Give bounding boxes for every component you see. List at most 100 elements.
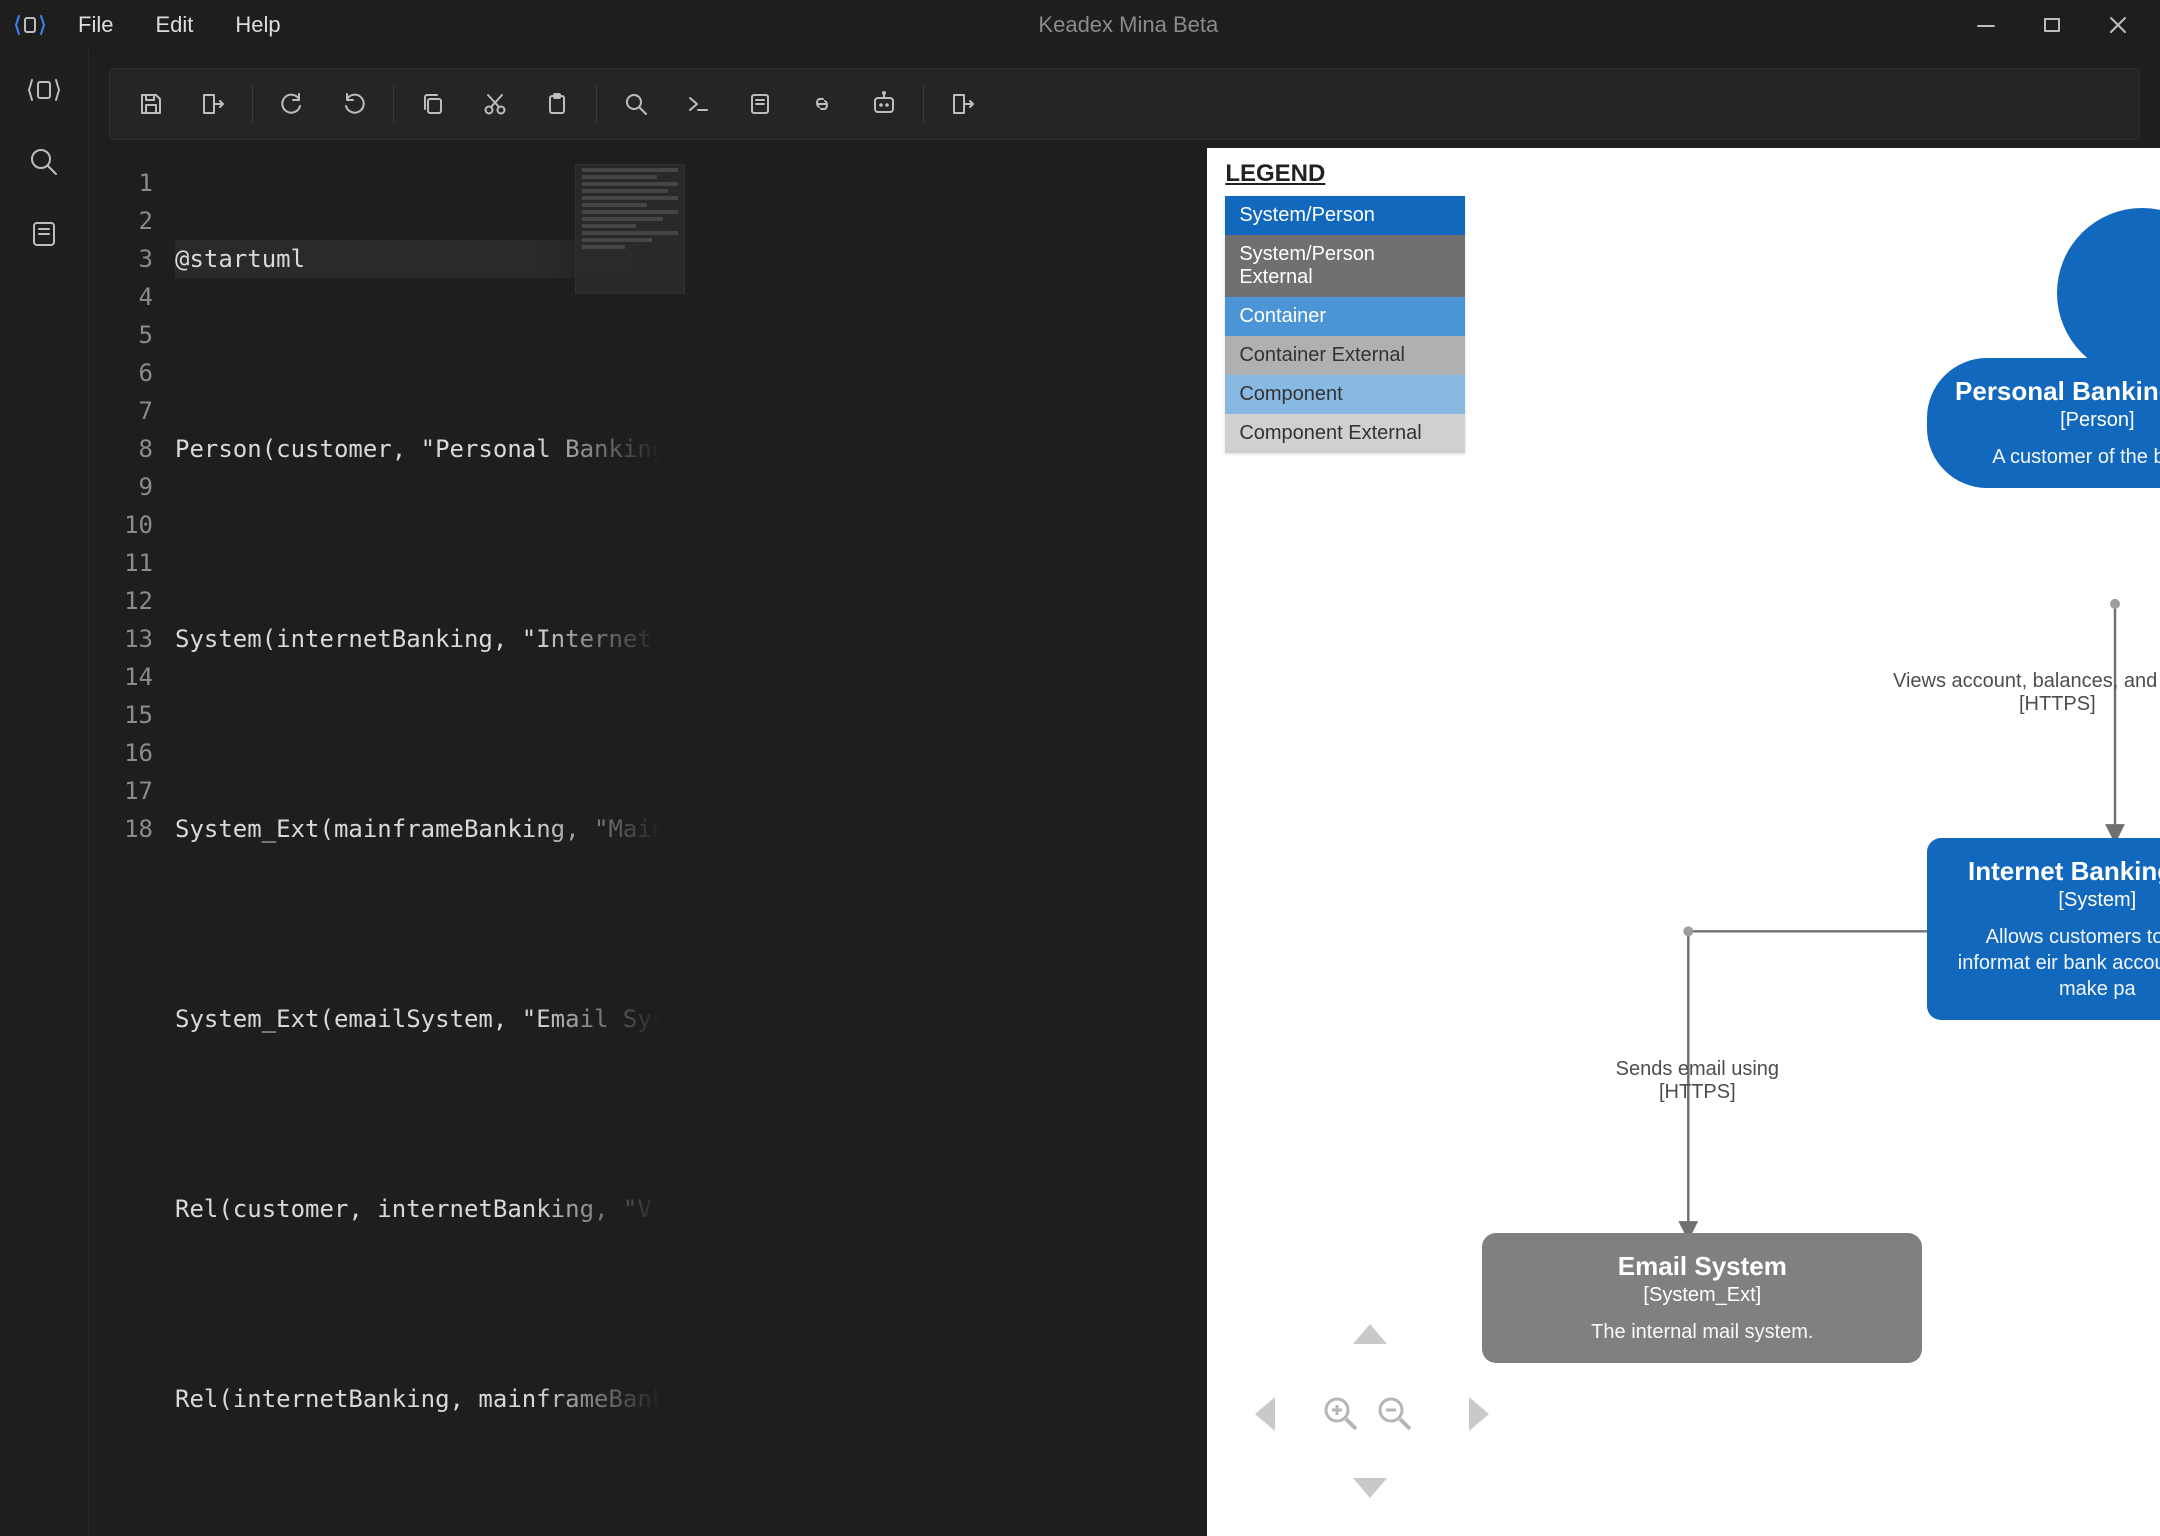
code-area[interactable]: @startuml Person(customer, "Personal Ban… xyxy=(169,148,693,1536)
line-number: 13 xyxy=(89,620,153,658)
editor-pane[interactable]: 1 2 3 4 5 6 7 8 9 10 11 12 13 xyxy=(89,148,693,1536)
export-button[interactable] xyxy=(182,79,244,129)
line-number: 5 xyxy=(89,316,153,354)
line-number: 2 xyxy=(89,202,153,240)
person-head-icon xyxy=(2057,208,2160,378)
edge-protocol: [HTTPS] xyxy=(1877,693,2160,716)
menu-file[interactable]: File xyxy=(60,6,131,44)
zoom-out-button[interactable] xyxy=(1375,1394,1415,1434)
titlebar: File Edit Help Keadex Mina Beta xyxy=(0,0,2160,50)
preview-nav-pad xyxy=(1247,1316,1497,1506)
legend-row: Container xyxy=(1225,297,1465,336)
toolbar-separator xyxy=(252,85,253,123)
code-line[interactable]: System(internetBanking, "Internet Bankin… xyxy=(175,620,693,658)
line-number: 8 xyxy=(89,430,153,468)
line-number: 4 xyxy=(89,278,153,316)
line-number: 16 xyxy=(89,734,153,772)
redo-button[interactable] xyxy=(323,79,385,129)
main-area: 1 2 3 4 5 6 7 8 9 10 11 12 13 xyxy=(0,50,2160,1536)
node-description: The internal mail system. xyxy=(1502,1319,1902,1345)
line-number: 17 xyxy=(89,772,153,810)
toolbar-separator xyxy=(923,85,924,123)
split-container: 1 2 3 4 5 6 7 8 9 10 11 12 13 xyxy=(89,148,2160,1536)
line-number: 9 xyxy=(89,468,153,506)
node-title: Personal Banking Cust xyxy=(1947,376,2160,407)
code-line[interactable]: Rel(customer, internetBanking, "Views ac… xyxy=(175,1190,693,1228)
minimap[interactable] xyxy=(575,164,685,294)
menu-bar: File Edit Help xyxy=(60,6,299,44)
node-description: Allows customers to view informat eir ba… xyxy=(1947,924,2160,1002)
menu-edit[interactable]: Edit xyxy=(137,6,211,44)
line-gutter: 1 2 3 4 5 6 7 8 9 10 11 12 13 xyxy=(89,148,169,1536)
code-line[interactable]: System_Ext(emailSystem, "Email System", … xyxy=(175,1000,693,1038)
terminal-button[interactable] xyxy=(667,79,729,129)
ai-button[interactable] xyxy=(853,79,915,129)
line-number: 12 xyxy=(89,582,153,620)
line-number: 6 xyxy=(89,354,153,392)
code-line[interactable]: System_Ext(mainframeBanking, "Mainframe … xyxy=(175,810,693,848)
node-person[interactable]: Personal Banking Cust [Person] A custome… xyxy=(1927,358,2160,488)
legend-row: System/Person xyxy=(1225,196,1465,235)
app-logo-icon xyxy=(12,7,48,43)
node-internet-banking[interactable]: Internet Banking Sys [System] Allows cus… xyxy=(1927,838,2160,1020)
edge-label-sends: Sends email using [HTTPS] xyxy=(1567,1058,1827,1104)
code-line[interactable]: Rel(internetBanking, mainframeBanking, "… xyxy=(175,1380,693,1418)
legend-box: System/Person System/Person External Con… xyxy=(1225,196,1465,453)
node-stereotype: [Person] xyxy=(1947,409,2160,432)
diagram-icon[interactable] xyxy=(26,72,62,108)
app-root: File Edit Help Keadex Mina Beta xyxy=(0,0,2160,1536)
node-description: A customer of the bank. xyxy=(1947,444,2160,470)
pan-down-button[interactable] xyxy=(1347,1472,1393,1506)
paste-button[interactable] xyxy=(526,79,588,129)
editor-toolbar xyxy=(109,68,2140,140)
line-number: 15 xyxy=(89,696,153,734)
docs-button[interactable] xyxy=(729,79,791,129)
line-number: 1 xyxy=(89,164,153,202)
zoom-in-button[interactable] xyxy=(1321,1394,1361,1434)
line-number: 11 xyxy=(89,544,153,582)
minimize-button[interactable] xyxy=(1958,5,2014,45)
legend-row: Component External xyxy=(1225,414,1465,453)
node-email-system[interactable]: Email System [System_Ext] The internal m… xyxy=(1482,1233,1922,1363)
edge-text: Sends email using xyxy=(1616,1058,1779,1080)
edge-protocol: [HTTPS] xyxy=(1567,1081,1827,1104)
menu-help[interactable]: Help xyxy=(217,6,298,44)
find-button[interactable] xyxy=(605,79,667,129)
pan-right-button[interactable] xyxy=(1463,1391,1497,1437)
copy-button[interactable] xyxy=(402,79,464,129)
node-title: Email System xyxy=(1502,1251,1902,1282)
legend-row: Component xyxy=(1225,375,1465,414)
search-icon[interactable] xyxy=(26,144,62,180)
edge-label-views: Views account, balances, and makes [HTTP… xyxy=(1877,670,2160,716)
activity-bar xyxy=(0,50,88,1536)
legend-row: Container External xyxy=(1225,336,1465,375)
cut-button[interactable] xyxy=(464,79,526,129)
node-stereotype: [System_Ext] xyxy=(1502,1284,1902,1307)
pan-left-button[interactable] xyxy=(1247,1391,1281,1437)
line-number: 3 xyxy=(89,240,153,278)
window-title: Keadex Mina Beta xyxy=(299,12,1958,38)
line-number: 7 xyxy=(89,392,153,430)
line-number: 14 xyxy=(89,658,153,696)
line-number: 18 xyxy=(89,810,153,848)
node-stereotype: [System] xyxy=(1947,889,2160,912)
line-number: 10 xyxy=(89,506,153,544)
maximize-button[interactable] xyxy=(2024,5,2080,45)
diagram-preview[interactable]: LEGEND System/Person System/Person Exter… xyxy=(1207,148,2160,1536)
book-icon[interactable] xyxy=(26,216,62,252)
toolbar-separator xyxy=(596,85,597,123)
node-title: Internet Banking Sys xyxy=(1947,856,2160,887)
window-controls xyxy=(1958,5,2156,45)
open-new-button[interactable] xyxy=(932,79,994,129)
code-line[interactable]: Person(customer, "Personal Banking Custo… xyxy=(175,430,693,468)
legend-row: System/Person External xyxy=(1225,235,1465,297)
undo-button[interactable] xyxy=(261,79,323,129)
save-button[interactable] xyxy=(120,79,182,129)
legend-title: LEGEND xyxy=(1225,160,1325,188)
link-button[interactable] xyxy=(791,79,853,129)
toolbar-separator xyxy=(393,85,394,123)
pan-up-button[interactable] xyxy=(1347,1316,1393,1350)
work-area: 1 2 3 4 5 6 7 8 9 10 11 12 13 xyxy=(88,50,2160,1536)
close-button[interactable] xyxy=(2090,5,2146,45)
edge-text: Views account, balances, and makes xyxy=(1893,670,2160,692)
